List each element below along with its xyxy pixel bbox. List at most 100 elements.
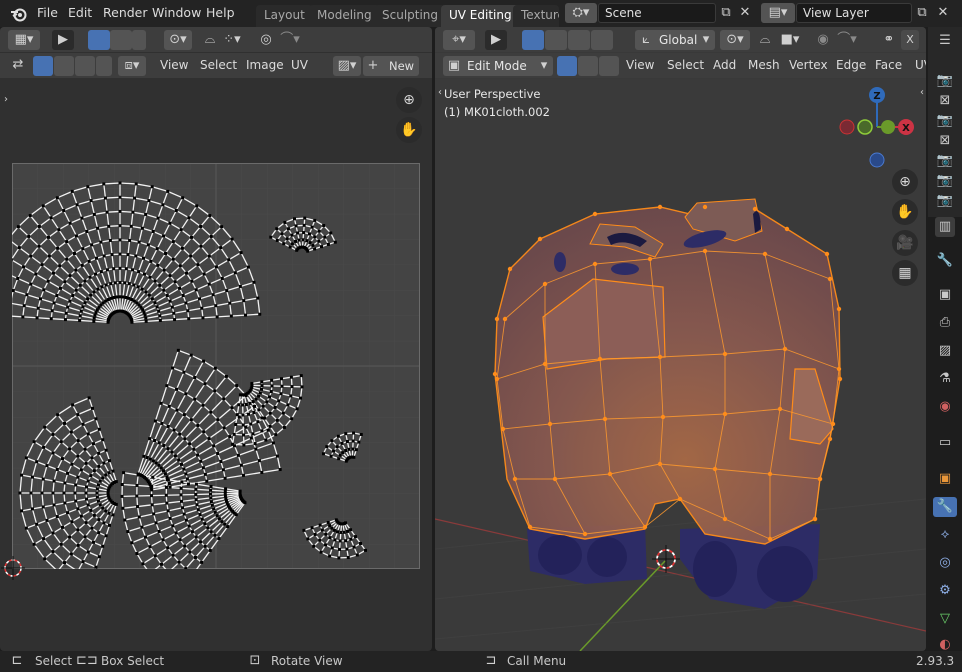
uv-menu-select[interactable]: Select xyxy=(200,58,237,72)
viewport-select-extend-button[interactable] xyxy=(545,30,567,50)
outliner-icon[interactable]: ☰ xyxy=(935,31,955,51)
delete-scene-icon[interactable]: ✕ xyxy=(736,3,754,23)
uv-editor[interactable]: ▦▾ ▶ ⊙▾ ⌓ ⁘▾ ◎ ⌒▾ ⇄ ⧈▾ View Select Image… xyxy=(0,27,432,651)
copy-view-layer-icon[interactable]: ⧉ xyxy=(912,3,932,23)
select-extend-button[interactable] xyxy=(110,30,132,50)
vertex-mode-button[interactable] xyxy=(557,56,577,76)
falloff-icon[interactable]: ⌒▾ xyxy=(276,30,304,50)
tab-layout[interactable]: Layout xyxy=(256,5,313,27)
data-tab-icon[interactable]: ▽ xyxy=(935,609,955,629)
scene-browse-button[interactable]: ⛭▾ xyxy=(565,3,597,23)
uv-menu-uv[interactable]: UV xyxy=(291,58,308,72)
snap-increment-icon[interactable]: ■▾ xyxy=(775,30,805,50)
viewport-select-subtract-button[interactable] xyxy=(568,30,590,50)
3d-viewport[interactable]: ⌖▾ ▶ ⟀ Global ▾ ⊙▾ ⌓ ■▾ ◉ ⌒▾ ⚭ X ▣ Edit … xyxy=(435,27,926,651)
cloth-body-mesh[interactable] xyxy=(494,206,841,545)
tab-sculpting[interactable]: Sculpting xyxy=(374,5,447,27)
uv-menu-image[interactable]: Image xyxy=(246,58,284,72)
properties-editor-icon[interactable]: ▥ xyxy=(935,217,955,237)
uv-zoom-button[interactable]: ⊕ xyxy=(396,87,422,113)
face-select-button[interactable] xyxy=(75,56,95,76)
viewport-select-new-button[interactable] xyxy=(522,30,544,50)
viewport-falloff-icon[interactable]: ⌒▾ xyxy=(833,30,861,50)
select-tool-button[interactable]: ▶ xyxy=(52,30,74,50)
edge-mode-button[interactable] xyxy=(578,56,598,76)
render-visibility-icon-2[interactable]: ⊠ xyxy=(935,91,955,111)
uv-pan-button[interactable]: ✋ xyxy=(396,117,422,143)
tab-texture[interactable]: Texture xyxy=(513,5,559,27)
view-layer-tab-icon[interactable]: ▨ xyxy=(935,341,955,361)
transform-orientation-dropdown[interactable]: ⟀ Global ▾ xyxy=(635,30,715,50)
new-image-button[interactable]: + New xyxy=(363,56,419,76)
snap-icon[interactable]: ⌓ xyxy=(200,30,220,50)
viewport-menu-edge[interactable]: Edge xyxy=(836,58,866,72)
scene-name-field[interactable]: Scene xyxy=(598,3,716,23)
viewport-select-invert-button[interactable] xyxy=(591,30,613,50)
perspective-toggle-button[interactable]: ▦ xyxy=(892,260,918,286)
pivot-point-button[interactable]: ⊙▾ xyxy=(164,30,192,50)
uv-canvas[interactable] xyxy=(12,163,420,569)
tool-tab-icon[interactable]: 🔧 xyxy=(935,251,955,271)
menu-window[interactable]: Window xyxy=(152,5,201,20)
island-select-button[interactable] xyxy=(96,56,112,76)
editor-type-button[interactable]: ▦▾ xyxy=(8,30,40,50)
render-tab-icon[interactable]: ▣ xyxy=(935,285,955,305)
mirror-icon[interactable]: ⚭ xyxy=(879,30,899,50)
2d-cursor-icon[interactable] xyxy=(1,556,25,580)
viewport-select-tool-button[interactable]: ▶ xyxy=(485,30,507,50)
mirror-x-button[interactable]: X xyxy=(901,30,919,50)
viewport-toolbar-expand-icon[interactable]: ‹ xyxy=(435,83,445,103)
blender-logo-icon[interactable] xyxy=(10,6,28,22)
menu-file[interactable]: File xyxy=(37,5,58,20)
snap-grid-icon[interactable]: ⁘▾ xyxy=(220,30,244,50)
viewport-menu-view[interactable]: View xyxy=(626,58,654,72)
view-layer-browse-button[interactable]: ▤▾ xyxy=(761,3,795,23)
viewport-menu-face[interactable]: Face xyxy=(875,58,902,72)
copy-scene-icon[interactable]: ⧉ xyxy=(716,3,736,23)
render-visibility-icon-6[interactable]: 📷 xyxy=(935,171,955,191)
vertex-select-button[interactable] xyxy=(33,56,53,76)
collection-tab-icon[interactable]: ▭ xyxy=(935,433,955,453)
toolbar-expand-icon[interactable]: › xyxy=(1,90,11,110)
modifier-tab-icon[interactable]: 🔧 xyxy=(933,497,957,517)
image-browse-button[interactable]: ▨▾ xyxy=(333,56,361,76)
viewport-pan-button[interactable]: ✋ xyxy=(892,199,918,225)
world-tab-icon[interactable]: ◉ xyxy=(935,397,955,417)
viewport-menu-mesh[interactable]: Mesh xyxy=(748,58,780,72)
select-subtract-button[interactable] xyxy=(132,30,146,50)
camera-view-button[interactable]: 🎥 xyxy=(892,230,918,256)
uv-menu-view[interactable]: View xyxy=(160,58,188,72)
viewport-pivot-button[interactable]: ⊙▾ xyxy=(720,30,750,50)
delete-view-layer-icon[interactable]: ✕ xyxy=(934,3,952,23)
render-visibility-icon-3[interactable]: 📷 xyxy=(935,111,955,131)
viewport-snap-icon[interactable]: ⌓ xyxy=(755,30,775,50)
output-tab-icon[interactable]: ⎙ xyxy=(935,313,955,333)
edge-select-button[interactable] xyxy=(54,56,74,76)
menu-edit[interactable]: Edit xyxy=(68,5,92,20)
proportional-edit-icon[interactable]: ◎ xyxy=(256,30,276,50)
mode-dropdown[interactable]: ▣ Edit Mode ▾ xyxy=(443,56,553,76)
viewport-editor-type-button[interactable]: ⌖▾ xyxy=(443,30,475,50)
sync-selection-icon[interactable]: ⇄ xyxy=(8,55,28,75)
object-tab-icon[interactable]: ▣ xyxy=(935,469,955,489)
viewport-proportional-icon[interactable]: ◉ xyxy=(813,30,833,50)
viewport-menu-uv[interactable]: UV xyxy=(915,58,926,72)
particles-tab-icon[interactable]: ⟡ xyxy=(935,525,955,545)
select-new-button[interactable] xyxy=(88,30,110,50)
constraints-tab-icon[interactable]: ⚙ xyxy=(935,581,955,601)
sticky-select-button[interactable]: ⧈▾ xyxy=(118,56,146,76)
tab-uv-editing[interactable]: UV Editing xyxy=(441,5,520,27)
viewport-menu-add[interactable]: Add xyxy=(713,58,736,72)
scene-tab-icon[interactable]: ⚗ xyxy=(935,369,955,389)
face-mode-button[interactable] xyxy=(599,56,619,76)
tab-modeling[interactable]: Modeling xyxy=(309,5,380,27)
view-layer-name-field[interactable]: View Layer xyxy=(796,3,912,23)
render-visibility-icon-4[interactable]: ⊠ xyxy=(935,131,955,151)
menu-help[interactable]: Help xyxy=(206,5,235,20)
navigation-gizmo[interactable]: Z X xyxy=(835,85,921,169)
viewport-menu-select[interactable]: Select xyxy=(667,58,704,72)
menu-render[interactable]: Render xyxy=(103,5,148,20)
render-visibility-icon-1[interactable]: 📷 xyxy=(935,71,955,91)
viewport-zoom-button[interactable]: ⊕ xyxy=(892,169,918,195)
render-visibility-icon-7[interactable]: 📷 xyxy=(935,191,955,211)
